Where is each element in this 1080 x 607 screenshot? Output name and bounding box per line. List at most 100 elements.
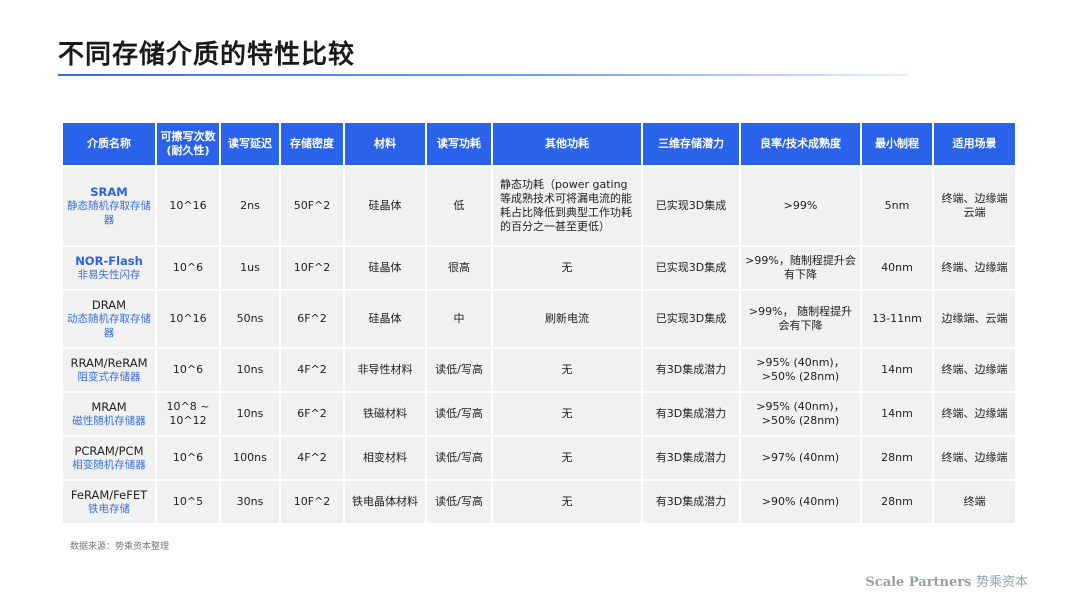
comparison-table: 介质名称 可擦写次数 (耐久性) 读写延迟 存储密度 材料 读写功耗 其他功耗 三维存储潜力 良率… — [61, 121, 1017, 525]
table-cell: 低 — [427, 167, 491, 245]
table-body: SRAM 静态随机存取存储器 10^16 2ns 50F^2 硅晶体低静态功耗（power… — [63, 167, 1015, 523]
medium-name-cell: DRAM 动态随机存取存储器 — [63, 291, 155, 347]
table-cell: 很高 — [427, 247, 491, 289]
medium-name-cell: SRAM 静态随机存取存储器 — [63, 167, 155, 245]
medium-name-zh: 动态随机存取存储器 — [67, 313, 151, 339]
table-cell: >99% — [741, 167, 860, 245]
table-cell: 14nm — [862, 349, 932, 391]
table-cell: 1us — [221, 247, 279, 289]
table-cell: 10ns — [221, 349, 279, 391]
table-cell: >99%， 随制程提升会有下降 — [741, 291, 860, 347]
table-cell: 无 — [493, 247, 641, 289]
table-cell: 静态功耗（power gating等成熟技术可将漏电流的能耗占比降低到典型工作功… — [493, 167, 641, 245]
brand-name-cn: 势乘资本 — [975, 575, 1028, 590]
table-cell: 10F^2 — [281, 481, 343, 523]
medium-name-cell: MRAM 磁性随机存储器 — [63, 393, 155, 435]
table-cell: 铁电晶体材料 — [345, 481, 425, 523]
table-cell: >97% (40nm) — [741, 437, 860, 479]
table-cell: 有3D集成潜力 — [643, 437, 739, 479]
table-cell: 有3D集成潜力 — [643, 393, 739, 435]
table-cell: 28nm — [862, 437, 932, 479]
table-cell: 铁磁材料 — [345, 393, 425, 435]
column-header: 良率/技术成熟度 — [741, 123, 860, 165]
table-cell: 刷新电流 — [493, 291, 641, 347]
brand-logo: Scale Partners 势乘资本 — [865, 571, 1028, 590]
table-cell: 读低/写高 — [427, 437, 491, 479]
table-cell: 中 — [427, 291, 491, 347]
table-cell: 10^16 — [157, 167, 219, 245]
table-cell: 硅晶体 — [345, 167, 425, 245]
table-cell: 28nm — [862, 481, 932, 523]
table-row: RRAM/ReRAM 阻变式存储器 10^6 10ns 4F^2 非导性材料 读低/写高无有… — [63, 349, 1015, 391]
table-row: DRAM 动态随机存取存储器 10^16 50ns 6F^2 硅晶体中刷新电流 已实现3D集… — [63, 291, 1015, 347]
table-cell: 14nm — [862, 393, 932, 435]
table-header-row: 介质名称 可擦写次数 (耐久性) 读写延迟 存储密度 材料 读写功耗 其他功耗 三维存储潜力 良率… — [63, 123, 1015, 165]
table-cell: 有3D集成潜力 — [643, 481, 739, 523]
table-cell: 无 — [493, 481, 641, 523]
medium-name-en: PCRAM/PCM — [74, 444, 144, 458]
medium-name-cell: RRAM/ReRAM 阻变式存储器 — [63, 349, 155, 391]
medium-name-en: SRAM — [90, 185, 128, 199]
table-cell: 硅晶体 — [345, 291, 425, 347]
brand-name-en: Scale Partners — [865, 575, 972, 590]
medium-name-en: DRAM — [91, 298, 127, 312]
table-cell: >95% (40nm)， >50% (28nm) — [741, 393, 860, 435]
table-cell: 读低/写高 — [427, 481, 491, 523]
table-cell: 50ns — [221, 291, 279, 347]
table-cell: 无 — [493, 349, 641, 391]
table-cell: 10^8 ~10^12 — [157, 393, 219, 435]
table-cell: 有3D集成潜力 — [643, 349, 739, 391]
column-header: 读写功耗 — [427, 123, 491, 165]
table-cell: 50F^2 — [281, 167, 343, 245]
table-cell: 硅晶体 — [345, 247, 425, 289]
page-title: 不同存储介质的特性比较 — [58, 40, 356, 70]
table-cell: 已实现3D集成 — [643, 247, 739, 289]
medium-name-cell: FeRAM/FeFET 铁电存储 — [63, 481, 155, 523]
medium-name-en: MRAM — [91, 400, 127, 414]
medium-name-zh: 铁电存储 — [88, 503, 130, 515]
column-header: 读写延迟 — [221, 123, 279, 165]
table-cell: 终端、边缘端 — [934, 349, 1015, 391]
table-cell: 读低/写高 — [427, 349, 491, 391]
table-cell: 无 — [493, 393, 641, 435]
table-cell: 终端、边缘端 — [934, 437, 1015, 479]
table-row: NOR-Flash 非易失性闪存 10^6 1us 10F^2 硅晶体 很高无已实现3D集成… — [63, 247, 1015, 289]
table-cell: 终端、边缘端 — [934, 247, 1015, 289]
table-cell: 30ns — [221, 481, 279, 523]
table-cell: 100ns — [221, 437, 279, 479]
table-cell: 无 — [493, 437, 641, 479]
medium-name-en: NOR-Flash — [75, 254, 143, 268]
table-row: PCRAM/PCM 相变随机存储器 10^6 100ns 4F^2 相变材料 读低/写高无有… — [63, 437, 1015, 479]
table-cell: 终端 — [934, 481, 1015, 523]
table-cell: >99%，随制程提升会有下降 — [741, 247, 860, 289]
table-cell: 13-11nm — [862, 291, 932, 347]
column-header: 最小制程 — [862, 123, 932, 165]
table-cell: 10^6 — [157, 349, 219, 391]
medium-name-zh: 非易失性闪存 — [77, 269, 141, 281]
table-cell: >90% (40nm) — [741, 481, 860, 523]
medium-name-zh: 静态随机存取存储器 — [67, 200, 151, 226]
table-cell: 5nm — [862, 167, 932, 245]
column-header: 三维存储潜力 — [643, 123, 739, 165]
source-note: 数据来源：势乘资本整理 — [70, 542, 170, 552]
table-cell: 10ns — [221, 393, 279, 435]
table-cell: 6F^2 — [281, 291, 343, 347]
column-header: 材料 — [345, 123, 425, 165]
title-divider — [58, 74, 908, 76]
medium-name-zh: 阻变式存储器 — [77, 371, 141, 383]
table-cell: >95% (40nm)， >50% (28nm) — [741, 349, 860, 391]
table-cell: 10^6 — [157, 437, 219, 479]
table-cell: 终端、边缘端 云端 — [934, 167, 1015, 245]
medium-name-zh: 磁性随机存储器 — [72, 415, 146, 427]
table-cell: 10^16 — [157, 291, 219, 347]
medium-name-cell: NOR-Flash 非易失性闪存 — [63, 247, 155, 289]
table-cell: 10^6 — [157, 247, 219, 289]
table-row: SRAM 静态随机存取存储器 10^16 2ns 50F^2 硅晶体低静态功耗（power… — [63, 167, 1015, 245]
column-header: 可擦写次数 (耐久性) — [157, 123, 219, 165]
table-cell: 相变材料 — [345, 437, 425, 479]
column-header: 存储密度 — [281, 123, 343, 165]
table-cell: 终端、边缘端 — [934, 393, 1015, 435]
table-cell: 10F^2 — [281, 247, 343, 289]
medium-name-en: RRAM/ReRAM — [70, 356, 148, 370]
table-cell: 4F^2 — [281, 437, 343, 479]
